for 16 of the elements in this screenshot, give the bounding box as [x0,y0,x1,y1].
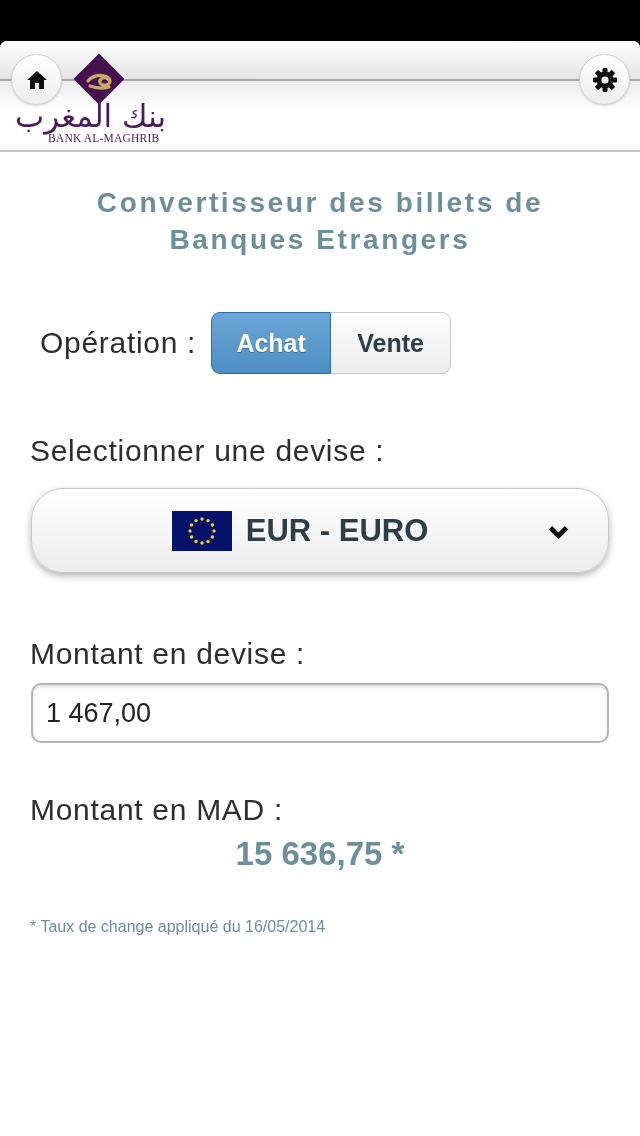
home-button[interactable] [11,54,62,105]
flag-icon [171,510,232,551]
result-label: Montant en MAD : [30,793,284,827]
chevron-down-icon [548,525,569,539]
amount-field[interactable]: 1 467,00 [31,683,609,743]
operation-tab[interactable]: Vente [331,312,452,374]
logo-arabic-text: بنك المغرب [15,99,167,133]
amount-label: Montant en devise : [30,637,307,671]
result-value: 15 636,75 * [234,835,406,873]
settings-button[interactable] [579,54,630,105]
footnote-text: * Taux de change appliqué du 16/05/2014 [30,918,327,936]
home-icon [26,70,47,89]
page-title: Convertisseur des billets de Banques Etrangers [95,186,545,257]
currency-select[interactable]: EUR - EURO [31,488,609,573]
currency-label: Selectionner une devise : [30,434,386,468]
operation-label: Opération : [40,326,197,360]
